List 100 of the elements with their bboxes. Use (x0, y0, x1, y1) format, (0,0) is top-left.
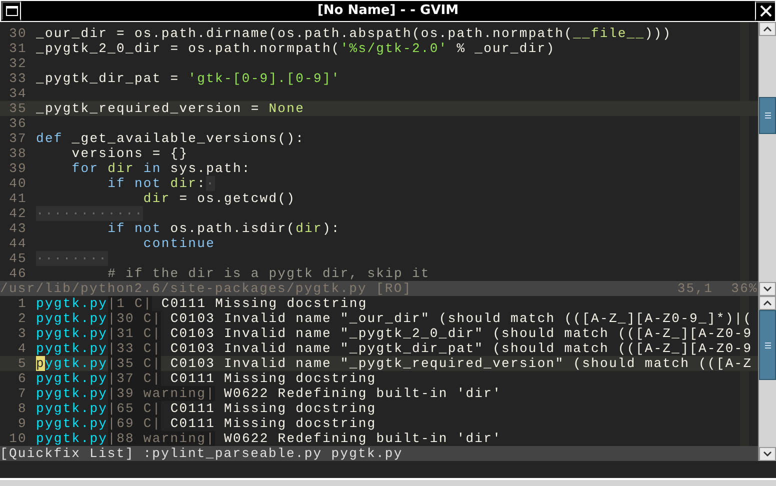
quickfix-item[interactable]: 7 pygtk.py|39 warning| W0622 Redefining built-in 'dir' (0, 386, 758, 401)
quickfix-item[interactable]: 4 pygtk.py|33 C| C0103 Invalid name "_pygtk_dir_pat" (should match (([A-Z_][A-Z0-9 (0, 341, 758, 356)
line-number: 3 (17, 326, 28, 341)
file-name: pygtk.py (36, 386, 108, 401)
line-number: 43 (8, 221, 28, 236)
scrollbar[interactable] (758, 22, 776, 296)
grip-icon (764, 112, 770, 119)
line-number: 30 (8, 26, 28, 41)
close-button[interactable] (755, 1, 775, 21)
caret-up-icon (763, 26, 772, 32)
line-number: 42 (8, 206, 28, 221)
grip-icon (764, 342, 770, 348)
error-message: C0111 Missing docstring (170, 416, 376, 431)
line-number: 35 (8, 101, 28, 116)
line-number: 7 (17, 386, 28, 401)
file-name: pygtk.py (36, 431, 108, 446)
code-text: dir = os.getcwd() (142, 191, 296, 206)
error-location: |39 warning| (108, 386, 216, 401)
file-name: pygtk.py (36, 326, 108, 341)
close-icon (760, 5, 772, 17)
line-number: 36 (8, 116, 28, 131)
code-text: if not dir:· (106, 176, 216, 191)
window-menu-button[interactable] (1, 1, 21, 21)
line-number: 9 (17, 416, 28, 431)
error-message: W0622 Redefining built-in 'dir' (224, 431, 502, 446)
line-number: 38 (8, 146, 28, 161)
window-icon (6, 6, 18, 16)
scroll-down-button[interactable] (759, 282, 776, 296)
scrollbar-thumb[interactable] (759, 97, 776, 134)
scroll-down-button[interactable] (759, 447, 776, 461)
scrollbar-thumb[interactable] (759, 310, 776, 380)
quickfix-item[interactable]: 2 pygtk.py|30 C| C0103 Invalid name "_our_dir" (should match (([A-Z_][A-Z0-9_]*)|( (0, 311, 758, 326)
line-number: 46 (8, 266, 28, 281)
error-message: C0111 Missing docstring (170, 401, 376, 416)
quickfix-item[interactable]: 6 pygtk.py|37 C| C0111 Missing docstring (0, 371, 758, 386)
file-name: pygtk.py (36, 311, 108, 326)
error-message: C0103 Invalid name "_pygtk_dir_pat" (should match (([A-Z_][A-Z0-9 (170, 341, 752, 356)
line-number: 34 (8, 86, 28, 101)
scroll-up-button[interactable] (759, 296, 776, 310)
line-number: 1 (17, 296, 28, 311)
cursor-position: 35,1 (677, 281, 714, 296)
caret-down-icon (763, 286, 772, 292)
error-location: |31 C| (108, 326, 162, 341)
code-text: continue (142, 236, 216, 251)
error-message: C0103 Invalid name "_pygtk_2_0_dir" (should match (([A-Z_][A-Z0-9 (170, 326, 752, 341)
code-text: ············ (36, 206, 144, 221)
code-text: if not os.path.isdir(dir): (106, 221, 340, 236)
caret-up-icon (763, 300, 772, 306)
code-text: versions = {} (70, 146, 188, 161)
caret-down-icon (763, 451, 772, 457)
quickfix-item[interactable]: 3 pygtk.py|31 C| C0103 Invalid name "_pygtk_2_0_dir" (should match (([A-Z_][A-Z0-9 (0, 326, 758, 341)
line-number: 5 (17, 356, 28, 371)
error-message: C0103 Invalid name "_our_dir" (should match (([A-Z_][A-Z0-9_]*)|( (170, 311, 752, 326)
error-location: |37 C| (108, 371, 162, 386)
error-message: C0111 Missing docstring (161, 296, 368, 311)
line-number: 4 (17, 341, 28, 356)
error-message: C0103 Invalid name "_pygtk_required_version" (should match (([A-Z (170, 356, 752, 371)
error-location: |30 C| (108, 311, 162, 326)
code-text: _our_dir = os.path.dirname(os.path.abspath(os.path.normpath(__file__))) (36, 26, 672, 41)
quickfix-item[interactable]: 9 pygtk.py|69 C| C0111 Missing docstring (0, 416, 758, 431)
line-number: 6 (17, 371, 28, 386)
code-text: _pygtk_2_0_dir = os.path.normpath('%s/gtk-2.0' % _our_dir) (36, 41, 556, 56)
line-number: 44 (8, 236, 28, 251)
error-location: |65 C| (108, 401, 162, 416)
file-name: pygtk.py (36, 296, 108, 311)
line-number: 31 (8, 41, 28, 56)
file-path: /usr/lib/python2.6/site-packages/pygtk.py [RO] (0, 281, 412, 296)
error-location: |35 C| (108, 356, 162, 371)
code-text: _pygtk_dir_pat = 'gtk-[0-9].[0-9]' (36, 71, 340, 86)
line-number: 33 (8, 71, 28, 86)
status-text: [Quickfix List] :pylint_parseable.py pygtk.py (0, 446, 403, 461)
code-text: # if the dir is a pygtk dir, skip it (106, 266, 430, 281)
line-number: 39 (8, 161, 28, 176)
line-number: 45 (8, 251, 28, 266)
error-message: W0622 Redefining built-in 'dir' (224, 386, 502, 401)
scrollbar[interactable] (758, 296, 776, 461)
error-message: C0111 Missing docstring (170, 371, 376, 386)
code-text: _pygtk_required_version = None (36, 101, 305, 116)
line-number: 41 (8, 191, 28, 206)
window-title: [No Name] - - GVIM (316, 2, 460, 20)
scroll-percent: 36% (731, 281, 758, 296)
line-number: 10 (8, 431, 28, 446)
error-location: |1 C| (108, 296, 152, 311)
line-number: 37 (8, 131, 28, 146)
file-name: pygtk.py (36, 341, 108, 356)
quickfix-item[interactable]: 8 pygtk.py|65 C| C0111 Missing docstring (0, 401, 758, 416)
line-number: 32 (8, 56, 28, 71)
code-text: for dir in sys.path: (70, 161, 251, 176)
error-location: |88 warning| (108, 431, 216, 446)
line-number: 8 (17, 401, 28, 416)
file-name: pygtk.py (36, 416, 108, 431)
line-number: 40 (8, 176, 28, 191)
quickfix-item[interactable]: 1 pygtk.py|1 C| C0111 Missing docstring (0, 296, 758, 311)
file-name: pygtk.py (36, 371, 108, 386)
file-name: pygtk.py (36, 401, 108, 416)
scroll-up-button[interactable] (759, 22, 776, 36)
code-text: def _get_available_versions(): (36, 131, 305, 146)
code-text: ········ (36, 251, 108, 266)
quickfix-item[interactable]: 10 pygtk.py|88 warning| W0622 Redefining built-in 'dir' (0, 431, 758, 446)
error-location: |33 C| (108, 341, 162, 356)
